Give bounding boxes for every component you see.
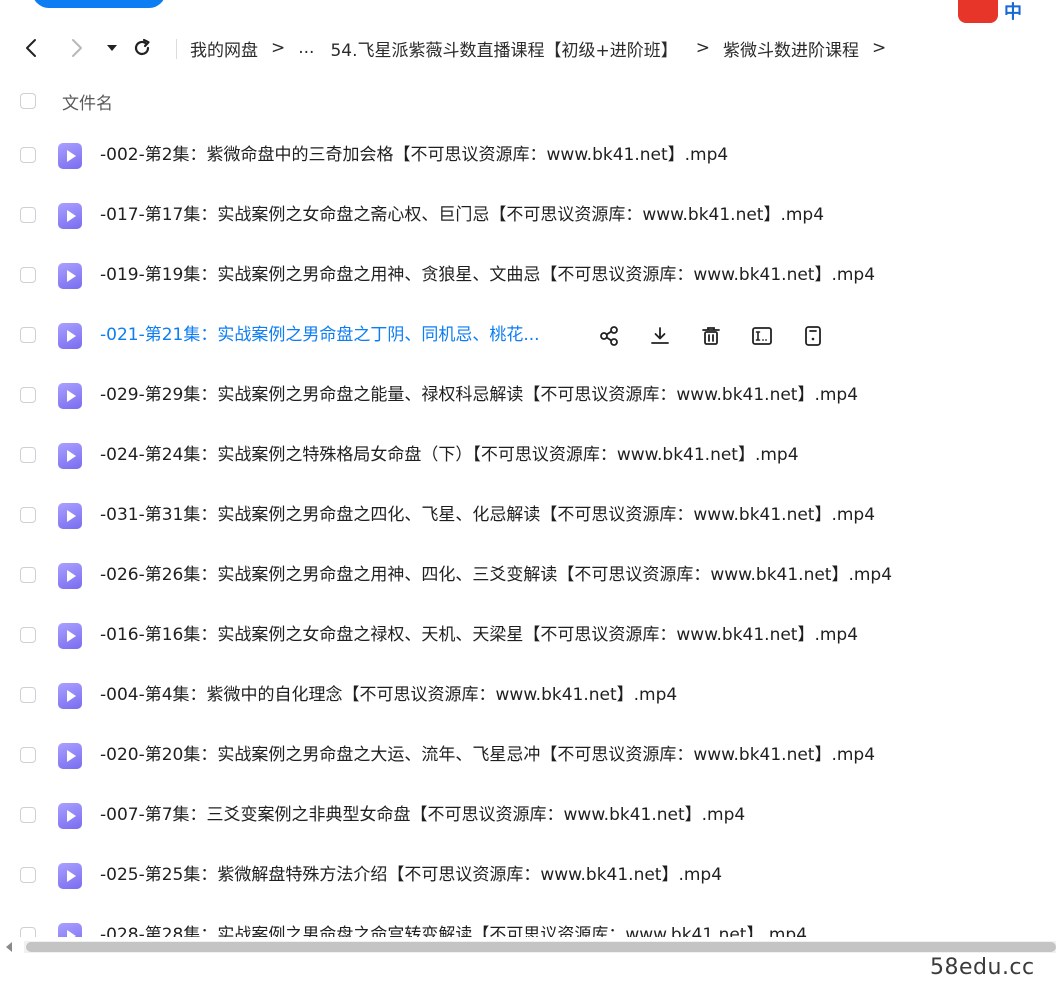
back-button[interactable]	[18, 34, 46, 62]
row-checkbox[interactable]	[20, 267, 36, 283]
file-row[interactable]: -004-第4集：紫微中的自化理念【不可思议资源库：www.bk41.net】.…	[0, 665, 1056, 725]
video-file-icon	[58, 863, 82, 889]
file-name[interactable]: -007-第7集：三爻变案例之非典型女命盘【不可思议资源库：www.bk41.n…	[100, 803, 745, 827]
file-name[interactable]: -025-第25集：紫微解盘特殊方法介绍【不可思议资源库：www.bk41.ne…	[100, 863, 722, 887]
horizontal-scrollbar[interactable]	[0, 938, 1056, 958]
ime-indicator[interactable]: 中	[958, 0, 1022, 24]
row-checkbox[interactable]	[20, 567, 36, 583]
chevron-right-icon	[72, 39, 82, 57]
video-file-icon	[58, 743, 82, 769]
file-row[interactable]: -025-第25集：紫微解盘特殊方法介绍【不可思议资源库：www.bk41.ne…	[0, 845, 1056, 905]
breadcrumb-separator: >	[695, 38, 710, 58]
video-file-icon	[58, 923, 82, 937]
file-row-hovered[interactable]: -021-第21集：实战案例之男命盘之丁阴、同机忌、桃花...	[0, 305, 1056, 365]
row-checkbox[interactable]	[20, 627, 36, 643]
rename-button[interactable]	[749, 323, 775, 349]
toolbar: 我的网盘 > ... 54.飞星派紫薇斗数直播课程【初级+进阶班】 > 紫微斗数…	[0, 30, 1056, 66]
breadcrumb-separator: >	[271, 38, 286, 58]
video-file-icon	[58, 503, 82, 529]
row-checkbox[interactable]	[20, 447, 36, 463]
ime-logo-icon	[958, 0, 998, 23]
share-button[interactable]	[596, 323, 622, 349]
chevron-left-icon	[26, 39, 36, 57]
video-file-icon	[58, 443, 82, 469]
share-icon	[600, 326, 618, 346]
refresh-icon	[134, 38, 150, 56]
file-row[interactable]: -026-第26集：实战案例之男命盘之用神、四化、三爻变解读【不可思议资源库：w…	[0, 545, 1056, 605]
file-row[interactable]: -016-第16集：实战案例之女命盘之禄权、天机、天梁星【不可思议资源库：www…	[0, 605, 1056, 665]
select-all-checkbox[interactable]	[20, 93, 36, 109]
video-file-icon	[58, 563, 82, 589]
rename-icon	[752, 327, 772, 345]
breadcrumb-item-current[interactable]: 紫微斗数进阶课程	[723, 36, 859, 61]
file-row[interactable]: -020-第20集：实战案例之男命盘之大运、流年、飞星忌冲【不可思议资源库：ww…	[0, 725, 1056, 785]
toolbar-divider	[176, 39, 177, 59]
more-button[interactable]	[800, 323, 826, 349]
breadcrumb-item-ellipsis[interactable]: ...	[298, 38, 314, 58]
row-checkbox[interactable]	[20, 687, 36, 703]
breadcrumb-item-course[interactable]: 54.飞星派紫薇斗数直播课程【初级+进阶班】	[330, 36, 677, 61]
row-checkbox[interactable]	[20, 807, 36, 823]
row-checkbox[interactable]	[20, 327, 36, 343]
file-name[interactable]: -024-第24集：实战案例之特殊格局女命盘（下）【不可思议资源库：www.bk…	[100, 443, 799, 467]
file-name[interactable]: -002-第2集：紫微命盘中的三奇加会格【不可思议资源库：www.bk41.ne…	[100, 143, 728, 167]
caret-down-icon	[107, 45, 117, 51]
row-checkbox[interactable]	[20, 867, 36, 883]
breadcrumb-separator: >	[872, 38, 887, 58]
file-name[interactable]: -031-第31集：实战案例之男命盘之四化、飞星、化忌解读【不可思议资源库：ww…	[100, 503, 875, 527]
watermark: 58edu.cc	[930, 955, 1035, 980]
ime-language: 中	[1004, 2, 1022, 23]
file-browser: 中 我的网盘 > ... 54.飞星派紫薇斗数直播课程【初级+进阶班】 > 紫微…	[0, 0, 1056, 998]
list-header: 文件名	[0, 84, 1056, 118]
video-file-icon	[58, 203, 82, 229]
delete-icon	[702, 327, 720, 345]
column-header-name[interactable]: 文件名	[62, 89, 113, 114]
file-row[interactable]: -028-第28集：实战案例之男命盘之命宫转变解读【不可思议资源库：www.bk…	[0, 905, 1056, 937]
row-checkbox[interactable]	[20, 387, 36, 403]
file-row[interactable]: -002-第2集：紫微命盘中的三奇加会格【不可思议资源库：www.bk41.ne…	[0, 125, 1056, 185]
row-checkbox[interactable]	[20, 207, 36, 223]
file-row[interactable]: -031-第31集：实战案例之男命盘之四化、飞星、化忌解读【不可思议资源库：ww…	[0, 485, 1056, 545]
row-actions	[596, 323, 851, 349]
file-name[interactable]: -004-第4集：紫微中的自化理念【不可思议资源库：www.bk41.net】.…	[100, 683, 677, 707]
row-checkbox[interactable]	[20, 927, 36, 937]
video-file-icon	[58, 803, 82, 829]
video-file-icon	[58, 623, 82, 649]
row-checkbox[interactable]	[20, 747, 36, 763]
file-name[interactable]: -021-第21集：实战案例之男命盘之丁阴、同机忌、桃花...	[100, 323, 540, 347]
download-button[interactable]	[647, 323, 673, 349]
breadcrumb-item-root[interactable]: 我的网盘	[190, 36, 258, 61]
video-file-icon	[58, 683, 82, 709]
file-row[interactable]: -019-第19集：实战案例之男命盘之用神、贪狼星、文曲忌【不可思议资源库：ww…	[0, 245, 1056, 305]
file-name[interactable]: -017-第17集：实战案例之女命盘之斋心权、巨门忌【不可思议资源库：www.b…	[100, 203, 824, 227]
file-name[interactable]: -029-第29集：实战案例之男命盘之能量、禄权科忌解读【不可思议资源库：www…	[100, 383, 858, 407]
history-dropdown[interactable]	[98, 34, 126, 62]
file-name[interactable]: -026-第26集：实战案例之男命盘之用神、四化、三爻变解读【不可思议资源库：w…	[100, 563, 892, 587]
scroll-left-arrow-icon[interactable]	[6, 942, 12, 952]
file-list: -002-第2集：紫微命盘中的三奇加会格【不可思议资源库：www.bk41.ne…	[0, 125, 1056, 937]
file-row[interactable]: -029-第29集：实战案例之男命盘之能量、禄权科忌解读【不可思议资源库：www…	[0, 365, 1056, 425]
forward-button[interactable]	[62, 34, 90, 62]
file-name[interactable]: -020-第20集：实战案例之男命盘之大运、流年、飞星忌冲【不可思议资源库：ww…	[100, 743, 875, 767]
video-file-icon	[58, 143, 82, 169]
file-name[interactable]: -016-第16集：实战案例之女命盘之禄权、天机、天梁星【不可思议资源库：www…	[100, 623, 858, 647]
row-checkbox[interactable]	[20, 507, 36, 523]
delete-button[interactable]	[698, 323, 724, 349]
refresh-button[interactable]	[128, 34, 156, 62]
video-file-icon	[58, 323, 82, 349]
video-file-icon	[58, 263, 82, 289]
file-row[interactable]: -017-第17集：实战案例之女命盘之斋心权、巨门忌【不可思议资源库：www.b…	[0, 185, 1056, 245]
download-icon	[651, 327, 669, 344]
file-name[interactable]: -028-第28集：实战案例之男命盘之命宫转变解读【不可思议资源库：www.bk…	[100, 923, 807, 937]
file-row[interactable]: -024-第24集：实战案例之特殊格局女命盘（下）【不可思议资源库：www.bk…	[0, 425, 1056, 485]
scrollbar-thumb[interactable]	[26, 942, 1056, 952]
row-checkbox[interactable]	[20, 147, 36, 163]
more-icon	[805, 326, 821, 346]
file-name[interactable]: -019-第19集：实战案例之男命盘之用神、贪狼星、文曲忌【不可思议资源库：ww…	[100, 263, 875, 287]
video-file-icon	[58, 383, 82, 409]
file-row[interactable]: -007-第7集：三爻变案例之非典型女命盘【不可思议资源库：www.bk41.n…	[0, 785, 1056, 845]
top-action-button[interactable]	[32, 0, 166, 8]
breadcrumb: 我的网盘 > ... 54.飞星派紫薇斗数直播课程【初级+进阶班】 > 紫微斗数…	[190, 30, 899, 66]
